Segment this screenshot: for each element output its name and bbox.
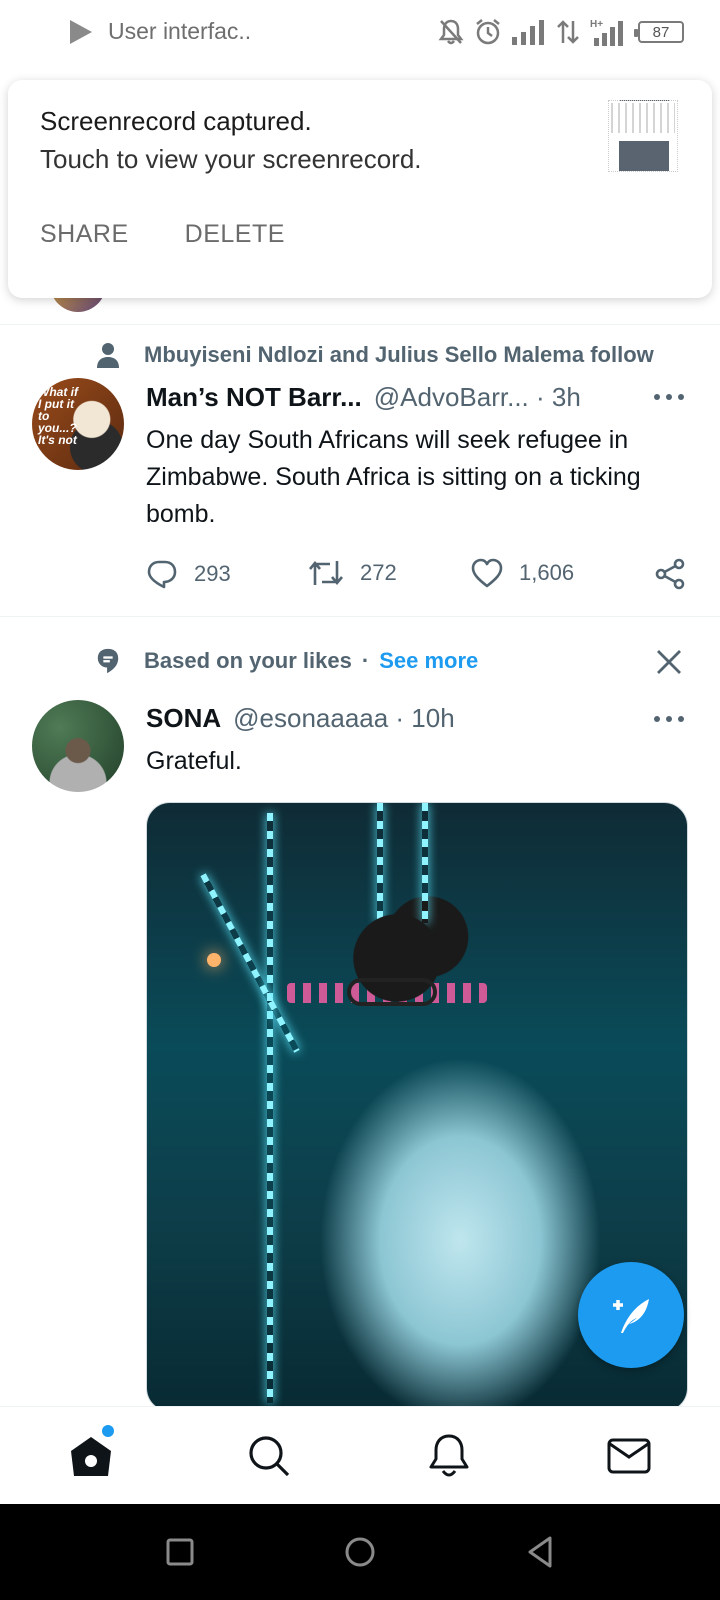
battery-level: 87	[652, 23, 670, 41]
more-options-button[interactable]	[654, 393, 684, 401]
notification-actions: SHARE DELETE	[40, 220, 285, 249]
avatar[interactable]: What if I put it to you...? It's not	[32, 378, 124, 470]
nav-notifications[interactable]	[424, 1431, 474, 1481]
social-context-text: Based on your likes	[144, 648, 352, 673]
close-icon[interactable]	[656, 649, 682, 675]
compose-feather-icon	[613, 1299, 649, 1333]
retweet-button[interactable]: 272	[308, 558, 397, 588]
alarm-icon	[476, 19, 500, 45]
social-context-text: Mbuyiseni Ndlozi and Julius Sello Malema…	[144, 342, 654, 367]
tweet-actions: 293 272 1,606	[146, 558, 686, 594]
like-count: 1,606	[519, 560, 575, 585]
signal-hplus-icon: H+	[590, 19, 623, 46]
signal-icon	[512, 20, 544, 45]
svg-text:H+: H+	[590, 19, 603, 30]
avatar-text: What if I put it to you...? It's not	[38, 385, 78, 447]
tweet-header: SONA @esonaaaaa · 10h	[146, 703, 455, 734]
divider	[0, 324, 720, 325]
home-circle-icon[interactable]	[342, 1534, 378, 1570]
screenrecord-thumbnail	[608, 100, 678, 172]
tweet-text: Grateful.	[146, 747, 242, 775]
mute-bell-icon	[438, 19, 464, 45]
retweet-icon	[309, 560, 343, 586]
see-more-link[interactable]: See more	[379, 648, 478, 674]
share-tweet-button[interactable]	[654, 558, 702, 590]
nav-search[interactable]	[244, 1431, 294, 1481]
reply-button[interactable]: 293	[146, 558, 231, 590]
reply-icon	[147, 560, 177, 589]
tweet-author-name[interactable]: SONA	[146, 703, 221, 734]
speech-bubble-icon	[97, 648, 119, 674]
nav-home[interactable]	[66, 1431, 116, 1481]
notification-title: Screenrecord captured.	[40, 106, 312, 136]
delete-button[interactable]: DELETE	[185, 220, 285, 249]
heart-icon	[471, 558, 503, 588]
avatar[interactable]	[32, 700, 124, 792]
tweet-text: One day South Africans will seek refugee…	[146, 426, 641, 528]
tweet-author-name[interactable]: Man’s NOT Barr...	[146, 382, 362, 413]
status-bar: User interfac.. H+ 87	[0, 0, 720, 64]
screenrecord-notification[interactable]: Screenrecord captured. Touch to view you…	[8, 80, 712, 298]
recents-icon[interactable]	[162, 1534, 198, 1570]
tweet-author-handle[interactable]: @esonaaaaa · 10h	[233, 703, 455, 734]
status-left: User interfac..	[70, 18, 251, 45]
share-icon	[655, 558, 685, 590]
play-icon	[70, 19, 92, 44]
divider	[0, 616, 720, 617]
like-button[interactable]: 1,606	[471, 558, 574, 588]
share-button[interactable]: SHARE	[40, 220, 129, 249]
person-icon	[97, 343, 119, 368]
system-navigation-bar	[0, 1504, 720, 1600]
compose-tweet-button[interactable]	[578, 1262, 684, 1368]
tweet-header: Man’s NOT Barr... @AdvoBarr... · 3h	[146, 382, 581, 413]
more-options-button[interactable]	[654, 715, 684, 723]
retweet-count: 272	[360, 560, 397, 585]
status-icons: H+ 87	[438, 18, 684, 46]
battery-indicator: 87	[634, 21, 684, 43]
reply-count: 293	[194, 561, 231, 586]
notification-body: Touch to view your screenrecord.	[40, 144, 422, 174]
social-context: Mbuyiseni Ndlozi and Julius Sello Malema…	[96, 342, 654, 368]
context-separator: ·	[361, 648, 370, 673]
home-icon	[71, 1437, 111, 1476]
nav-messages[interactable]	[604, 1431, 654, 1481]
search-icon	[249, 1436, 290, 1477]
data-transfer-icon	[557, 20, 579, 44]
bottom-navigation	[0, 1406, 720, 1504]
social-context: Based on your likes · See more	[96, 648, 478, 674]
tweet-author-handle[interactable]: @AdvoBarr... · 3h	[374, 382, 581, 413]
mail-icon	[607, 1438, 651, 1474]
back-icon[interactable]	[522, 1534, 558, 1570]
bell-icon	[429, 1434, 469, 1477]
status-title: User interfac..	[108, 18, 252, 44]
